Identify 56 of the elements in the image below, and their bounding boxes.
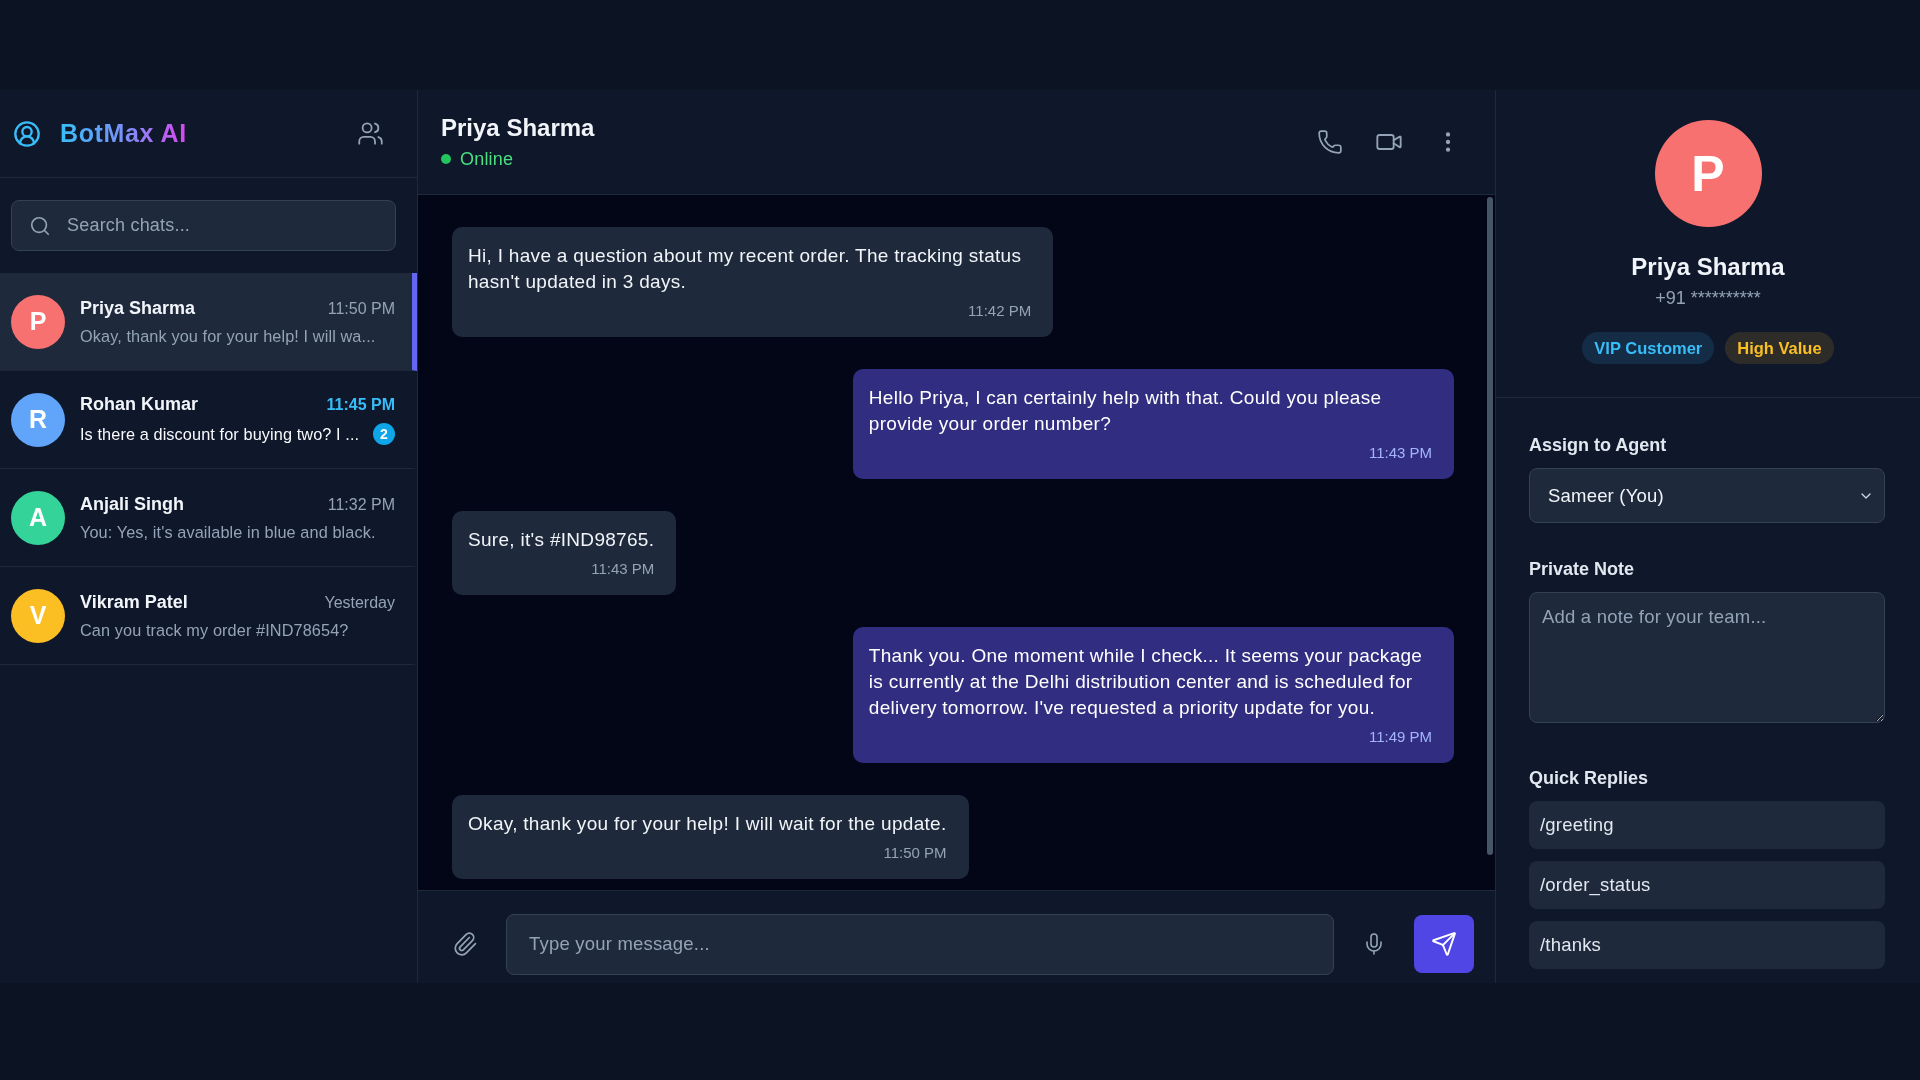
- contact-name: Rohan Kumar: [80, 394, 198, 415]
- message-preview: Can you track my order #IND78654?: [80, 620, 349, 640]
- message-time: Yesterday: [324, 593, 395, 612]
- message-input[interactable]: Type your message...: [506, 913, 1334, 975]
- message-time: 11:43 PM: [591, 559, 655, 579]
- avatar: P: [11, 294, 65, 349]
- message-text: Okay, thank you for your help! I will wait for the update.: [468, 812, 947, 836]
- contact-name: Priya Sharma: [441, 114, 595, 142]
- unread-count: 2: [373, 423, 395, 445]
- users-icon[interactable]: [357, 120, 384, 147]
- profile-avatar: P: [1654, 120, 1762, 227]
- message-text: Hello Priya, I can certainly help with that. Could you please provide your order number?: [868, 386, 1383, 436]
- send-button[interactable]: [1414, 915, 1474, 973]
- contact-name: Anjali Singh: [80, 493, 184, 515]
- field-label: Private Note: [1529, 558, 1636, 580]
- user-circle-icon: [13, 119, 41, 148]
- contact-name: Priya Sharma: [80, 297, 196, 319]
- message-time: 11:49 PM: [1368, 727, 1432, 747]
- status-text: Online: [460, 148, 514, 170]
- chat-list-item[interactable]: R Rohan Kumar 11:45 PM Is there a discount for buying two? I ... 2: [0, 371, 417, 469]
- message-time: 11:50 PM: [883, 843, 947, 863]
- message-preview: Okay, thank you for your help! I will wa...: [80, 326, 376, 346]
- field-label: Assign to Agent: [1529, 434, 1668, 456]
- message-time: 11:45 PM: [326, 396, 395, 414]
- tag-label: VIP Customer: [1594, 339, 1703, 357]
- field-label: Quick Replies: [1529, 767, 1650, 789]
- note-field[interactable]: Add a note for your team...: [1529, 592, 1885, 723]
- chat-list-item[interactable]: V Vikram Patel Yesterday Can you track my order #IND78654?: [0, 567, 417, 665]
- contact-name: Vikram Patel: [80, 591, 188, 613]
- avatar: V: [11, 588, 65, 643]
- message-preview: You: Yes, it's available in blue and black.: [80, 522, 376, 542]
- phone-icon[interactable]: [1317, 129, 1343, 155]
- search-icon: [29, 214, 51, 237]
- chat-list-item[interactable]: A Anjali Singh 11:32 PM You: Yes, it's available in blue and black.: [0, 469, 417, 567]
- send-icon: [1431, 931, 1457, 957]
- message-time: 11:32 PM: [327, 495, 395, 514]
- quick-reply-button[interactable]: /thanks: [1529, 921, 1885, 969]
- tag-label: High Value: [1737, 339, 1822, 357]
- message-preview: Is there a discount for buying two? I ...: [80, 424, 360, 444]
- message-time: 11:43 PM: [1368, 443, 1432, 463]
- scrollbar-thumb[interactable]: [1487, 197, 1493, 855]
- quick-reply-button[interactable]: /greeting: [1529, 801, 1885, 849]
- avatar: R: [11, 392, 65, 447]
- agent-select[interactable]: Sameer (You): [1529, 468, 1885, 523]
- chat-list-item[interactable]: P Priya Sharma 11:50 PM Okay, thank you for your help! I will wa...: [0, 273, 417, 371]
- phone-number: +91 **********: [1655, 287, 1761, 309]
- message-text: Sure, it's #IND98765.: [468, 528, 655, 552]
- avatar: A: [11, 490, 65, 545]
- search-input[interactable]: Search chats...: [11, 200, 396, 251]
- message-text: Thank you. One moment while I check... It seems your package is currently at the Delhi distribution center and is scheduled for delivery tomorrow. I've requested a priority update for you.: [868, 644, 1424, 720]
- message-time: 11:42 PM: [968, 301, 1032, 321]
- paperclip-icon[interactable]: [452, 931, 478, 957]
- message-time: 11:50 PM: [327, 299, 395, 318]
- message-text: Hi, I have a question about my recent order. The tracking status hasn't updated in 3 days.: [468, 244, 1023, 294]
- quick-reply-button[interactable]: /order_status: [1529, 861, 1885, 909]
- profile-name: Priya Sharma: [1631, 252, 1785, 282]
